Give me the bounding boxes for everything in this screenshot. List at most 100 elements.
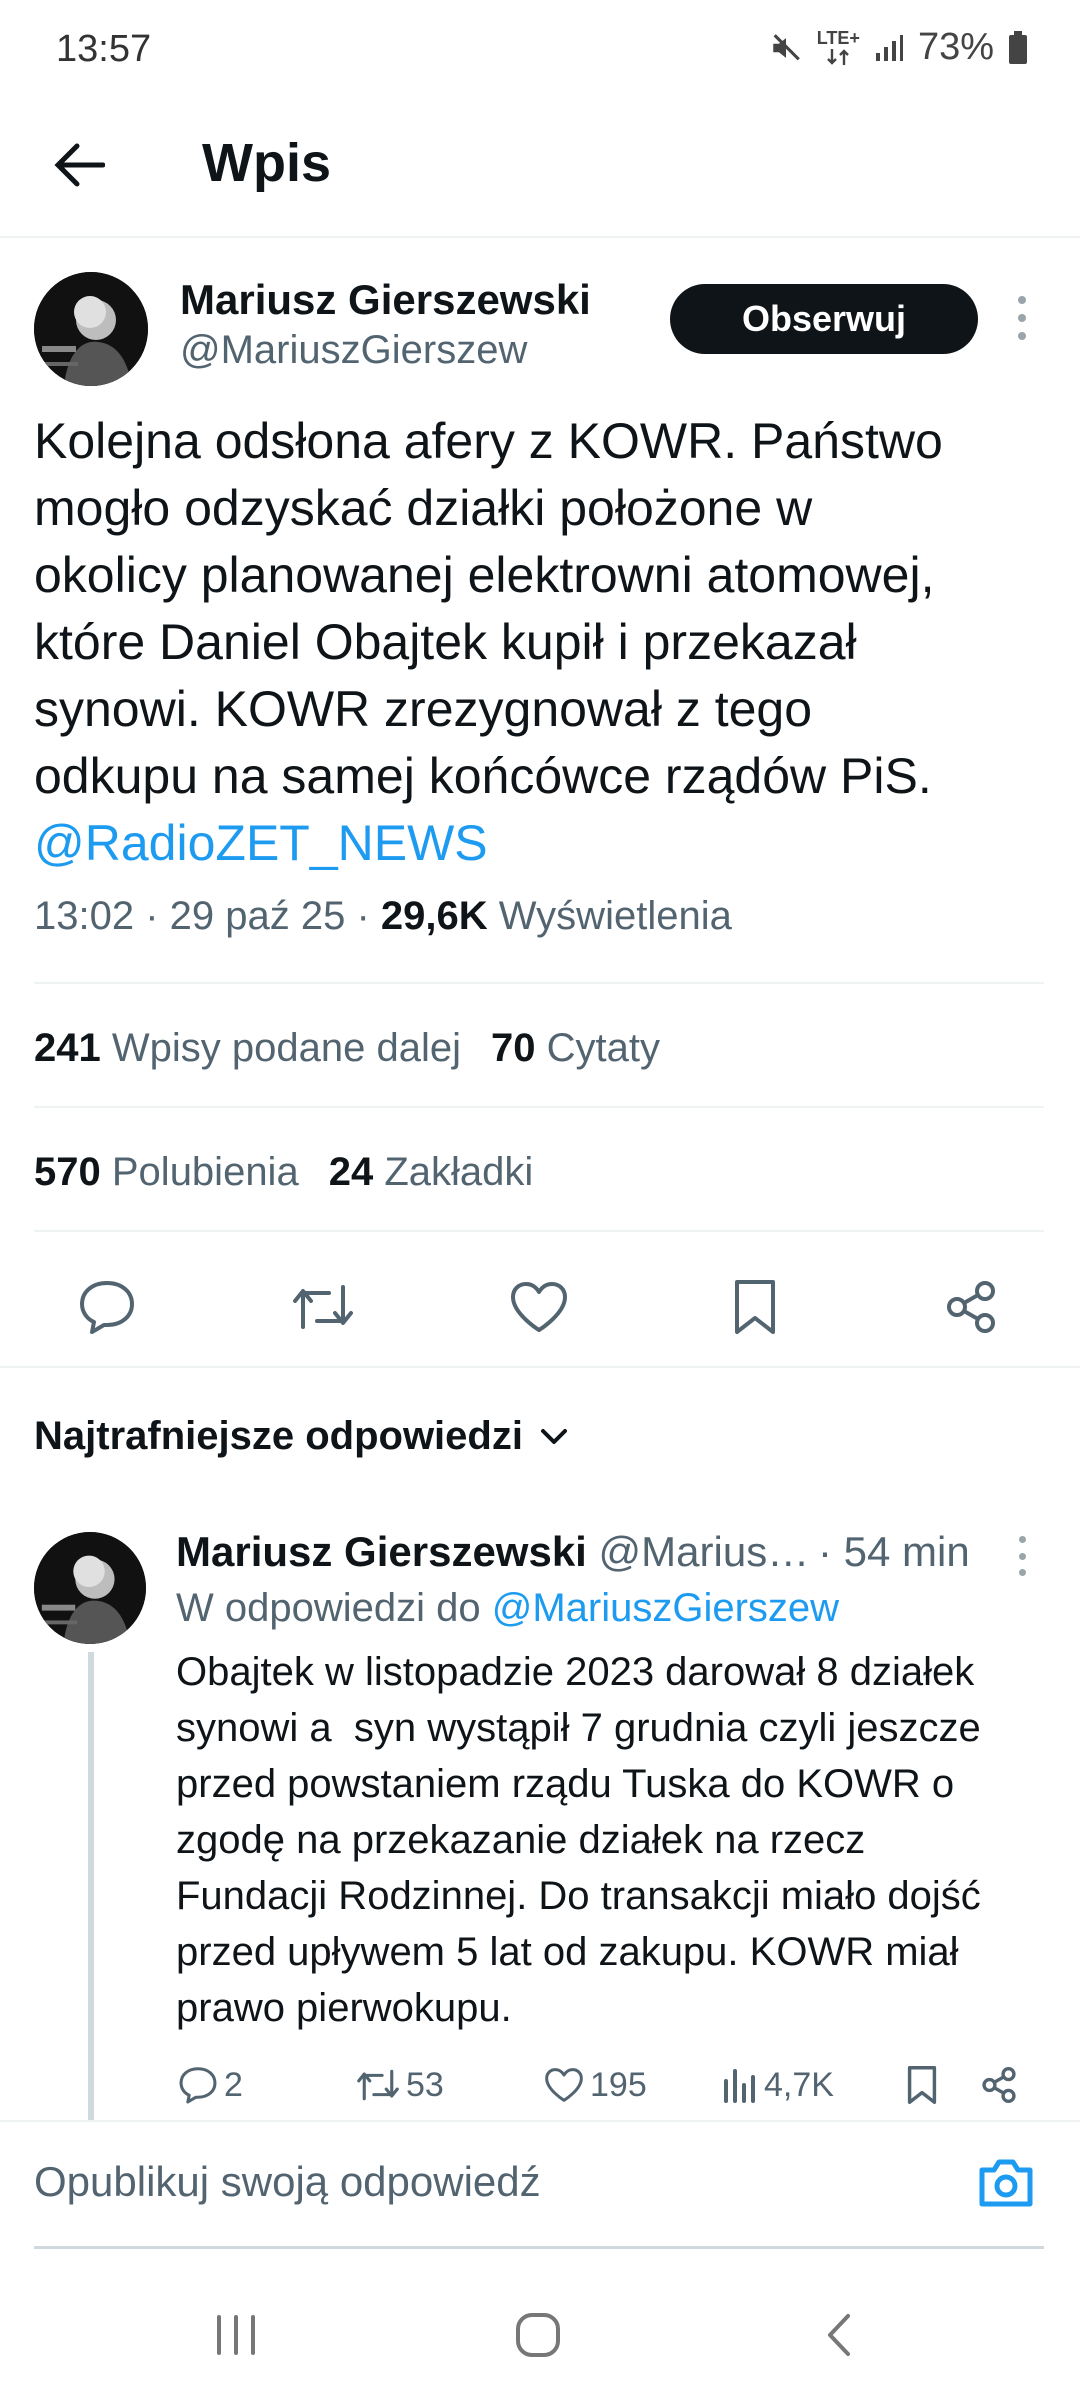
- mute-icon: [769, 31, 803, 65]
- like-count: 195: [590, 2065, 647, 2104]
- camera-icon: [979, 2159, 1033, 2207]
- views-label: Wyświetlenia: [498, 894, 732, 938]
- chevron-left-icon: [828, 2314, 850, 2356]
- status-icons: LTE+ 73%: [769, 26, 1028, 69]
- top-bar: Wpis: [0, 100, 1080, 238]
- thread-line: [88, 1652, 94, 2122]
- network-label: LTE+: [816, 27, 860, 48]
- page-title: Wpis: [202, 133, 331, 193]
- quotes-count: 70: [490, 1026, 536, 1070]
- like-button[interactable]: [504, 1272, 574, 1342]
- comment-icon: [179, 2067, 217, 2104]
- share-button[interactable]: [936, 1272, 1006, 1342]
- reposts-count: 241: [34, 1026, 101, 1070]
- reply-to: W odpowiedzi do @MariuszGierszew: [176, 1586, 839, 1631]
- chevron-down-icon: [540, 1428, 567, 1444]
- tweet-meta: 13:02 · 29 paź 25 · 29,6K Wyświetlenia: [34, 894, 732, 939]
- bookmarks-label: Zakładki: [384, 1150, 534, 1194]
- home-icon: [516, 2313, 560, 2357]
- reply-like-button[interactable]: 195: [544, 2058, 647, 2112]
- tweet-line: odkupu na samej końcówce rządów PiS.: [34, 748, 932, 804]
- reply-text: Obajtek w listopadzie 2023 darował 8 dzi…: [176, 1644, 1056, 2036]
- reply-header: Mariusz Gierszewski @Marius…: [176, 1528, 809, 1576]
- reply-author-name[interactable]: Mariusz Gierszewski: [176, 1528, 587, 1575]
- battery-percent: 73%: [917, 26, 994, 68]
- bookmark-icon: [735, 1280, 775, 1334]
- reply-bookmark-button[interactable]: [906, 2058, 938, 2112]
- tweet-line: mogło odzyskać działki położone w: [34, 480, 813, 536]
- reply-line: przed powstaniem rządu Tuska do KOWR o: [176, 1762, 955, 1806]
- reply-repost-button[interactable]: 53: [356, 2058, 444, 2112]
- camera-button[interactable]: [976, 2156, 1042, 2216]
- reply-avatar[interactable]: [34, 1532, 146, 1644]
- views-count: 4,7K: [764, 2065, 834, 2104]
- repost-icon: [357, 2069, 399, 2101]
- reply-share-button[interactable]: [980, 2058, 1018, 2112]
- recent-apps-icon: [217, 2315, 255, 2355]
- bookmark-icon: [907, 2066, 937, 2104]
- reply-line: zgodę na przekazanie działek na rzecz: [176, 1818, 866, 1862]
- input-underline: [34, 2246, 1044, 2249]
- avatar[interactable]: [34, 272, 148, 386]
- tweet-actions: [0, 1250, 1080, 1360]
- status-bar: 13:57 LTE+ 73%: [0, 0, 1080, 100]
- reposts-label: Wpisy podane dalej: [111, 1026, 461, 1070]
- reply-to-prefix: W odpowiedzi do: [176, 1586, 481, 1630]
- divider: [34, 1106, 1044, 1108]
- divider: [0, 1366, 1080, 1368]
- reply-reply-button[interactable]: 2: [178, 2058, 243, 2112]
- back-button[interactable]: [44, 130, 114, 200]
- network-icon: LTE+: [817, 29, 860, 67]
- reply-actions: 2 53 195 4,7K: [176, 2058, 1046, 2112]
- quotes-stat[interactable]: 70 Cytaty: [491, 1026, 660, 1070]
- system-back-button[interactable]: [800, 2300, 880, 2370]
- tweet-timestamp: 13:02 · 29 paź 25 ·: [34, 894, 381, 938]
- heart-icon: [511, 1282, 567, 1332]
- reposts-stat[interactable]: 241 Wpisy podane dalej: [34, 1026, 461, 1070]
- replies-sort-dropdown[interactable]: Najtrafniejsze odpowiedzi: [34, 1414, 569, 1459]
- home-button[interactable]: [498, 2300, 578, 2370]
- likes-label: Polubienia: [111, 1150, 299, 1194]
- repost-button[interactable]: [288, 1272, 358, 1342]
- divider: [34, 982, 1044, 984]
- status-time: 13:57: [56, 28, 152, 70]
- bookmarks-count: 24: [328, 1150, 374, 1194]
- battery-icon: [1008, 30, 1028, 65]
- reply-views-button[interactable]: 4,7K: [722, 2058, 834, 2112]
- likes-stat[interactable]: 570 Polubienia: [34, 1150, 299, 1194]
- author-handle[interactable]: @MariuszGierszew: [180, 328, 527, 373]
- reply-line: przed upływem 5 lat od zakupu. KOWR miał: [176, 1930, 959, 1974]
- more-vertical-icon: [1018, 1536, 1026, 1543]
- reply-line: prawo pierwokupu.: [176, 1986, 512, 2030]
- reply-time: · 54 min: [818, 1528, 970, 1575]
- reply-line: Obajtek w listopadzie 2023 darował 8 dzi…: [176, 1650, 975, 1694]
- replies-sort-label: Najtrafniejsze odpowiedzi: [34, 1414, 523, 1458]
- reply-author-handle[interactable]: @Marius…: [599, 1528, 810, 1575]
- stats-row-reposts: 241 Wpisy podane dalej 70 Cytaty: [34, 1026, 660, 1071]
- bookmark-button[interactable]: [720, 1272, 790, 1342]
- bookmarks-stat[interactable]: 24 Zakładki: [329, 1150, 534, 1194]
- share-icon: [982, 2067, 1016, 2103]
- tweet-line: okolicy planowanej elektrowni atomowej,: [34, 547, 935, 603]
- reply-composer: Opublikuj swoją odpowiedź: [0, 2120, 1080, 2250]
- reply-button[interactable]: [72, 1272, 142, 1342]
- quotes-label: Cytaty: [546, 1026, 660, 1070]
- reply-count: 2: [224, 2065, 243, 2104]
- tweet-text: Kolejna odsłona afery z KOWR. Państwo mo…: [34, 408, 1044, 877]
- reply-more-button[interactable]: [1004, 1536, 1040, 1576]
- reply-to-handle[interactable]: @MariuszGierszew: [492, 1586, 839, 1630]
- heart-icon: [545, 2068, 583, 2102]
- repost-icon: [293, 1285, 353, 1329]
- system-nav-bar: [0, 2270, 1080, 2400]
- comment-icon: [80, 1281, 134, 1334]
- repost-count: 53: [406, 2065, 444, 2104]
- mention-link[interactable]: @RadioZET_NEWS: [34, 810, 1044, 877]
- recent-apps-button[interactable]: [196, 2300, 276, 2370]
- reply-input[interactable]: Opublikuj swoją odpowiedź: [34, 2158, 541, 2206]
- follow-button[interactable]: Obserwuj: [670, 284, 978, 354]
- stats-row-likes: 570 Polubienia 24 Zakładki: [34, 1150, 533, 1195]
- more-options-button[interactable]: [1004, 296, 1040, 340]
- tweet-line: Kolejna odsłona afery z KOWR. Państwo: [34, 413, 943, 469]
- reply-line: Fundacji Rodzinnej. Do transakcji miało …: [176, 1874, 981, 1918]
- author-name[interactable]: Mariusz Gierszewski: [180, 276, 591, 324]
